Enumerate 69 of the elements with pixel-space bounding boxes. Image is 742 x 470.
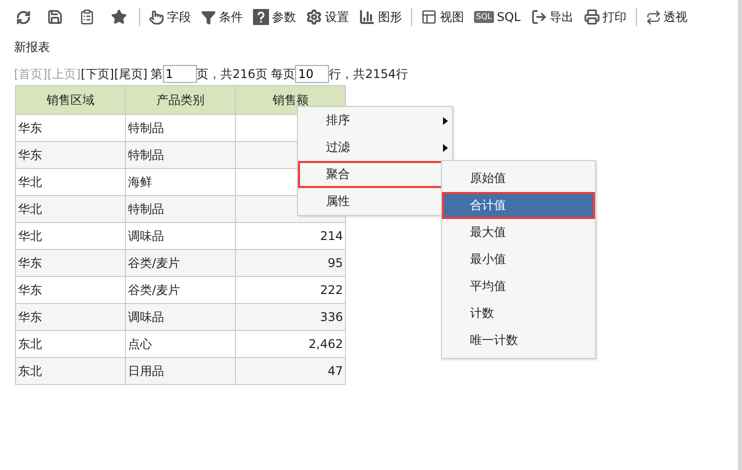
menu-item[interactable]: 唯一计数: [442, 327, 595, 354]
table-cell: 东北: [16, 358, 126, 384]
toolbar-button[interactable]: 图形: [356, 6, 405, 28]
table-cell: 调味品: [126, 222, 236, 250]
column-header: 销售区域: [16, 86, 126, 114]
table-cell: 华东: [16, 114, 126, 142]
toolbar-button[interactable]: 设置: [303, 6, 352, 28]
page-size-input[interactable]: 10: [295, 65, 330, 83]
table-cell: 214: [236, 222, 346, 250]
table-cell: 日用品: [126, 358, 236, 384]
clipboard-icon: [79, 9, 95, 25]
table-cell: 华东: [16, 250, 126, 276]
pager-text: 第: [150, 66, 162, 82]
menu-item[interactable]: 最小值: [442, 246, 595, 273]
toolbar-button[interactable]: 导出: [528, 6, 577, 28]
table-cell: 95: [236, 250, 346, 276]
pager-text: 行，共2154行: [329, 66, 408, 82]
report-title: 新报表: [13, 39, 51, 56]
menu-item[interactable]: 最大值: [442, 219, 595, 246]
help-icon: [253, 9, 269, 25]
table-cell: 谷类/麦片: [126, 250, 236, 276]
table-cell: 谷类/麦片: [126, 276, 236, 304]
toolbar-button[interactable]: 视图: [418, 6, 467, 28]
swap-icon: [646, 10, 661, 24]
layout-icon: [421, 9, 437, 25]
pager-link[interactable]: [尾页]: [114, 66, 148, 82]
toolbar-button[interactable]: 字段: [146, 6, 194, 28]
table-cell: 华北: [16, 222, 126, 250]
table-cell: 华北: [16, 168, 126, 196]
toolbar-button[interactable]: 打印: [580, 6, 630, 28]
refresh-icon: [16, 10, 31, 24]
toolbar-button[interactable]: SQL SQL: [471, 8, 524, 26]
sql-icon: SQL: [474, 11, 494, 23]
table-cell: 特制品: [126, 196, 236, 222]
cursor-icon: [149, 10, 164, 24]
settings-icon: [306, 9, 322, 25]
page-input[interactable]: 1: [162, 65, 196, 83]
toolbar-button[interactable]: 参数: [250, 6, 299, 28]
table-cell: 调味品: [126, 304, 236, 330]
menu-item[interactable]: 平均值: [442, 273, 595, 300]
menu-item[interactable]: 合计值: [442, 192, 595, 219]
table-cell: 特制品: [126, 142, 236, 168]
table-cell: 华北: [16, 196, 126, 222]
table-cell: 222: [236, 276, 346, 304]
toolbar-button[interactable]: 透视: [642, 6, 691, 28]
pager-link[interactable]: [下页]: [80, 66, 114, 82]
pager-text: 页，共216页 每页: [196, 66, 296, 82]
toolbar-button[interactable]: 条件: [198, 6, 246, 28]
submenu-arrow-icon: [443, 117, 448, 125]
column-header: 产品类别: [126, 86, 236, 114]
printer-icon: [584, 9, 600, 25]
menu-item[interactable]: 计数: [442, 300, 595, 327]
table-cell: 点心: [126, 330, 236, 358]
submenu-arrow-icon: [443, 144, 448, 152]
exit-icon: [530, 9, 547, 25]
table-cell: 华东: [16, 304, 126, 330]
table-cell: 2,462: [236, 330, 346, 358]
table-cell: 特制品: [126, 114, 236, 142]
table-cell: 华东: [16, 142, 126, 168]
table-cell: 东北: [16, 330, 126, 358]
menu-item[interactable]: 过滤: [298, 134, 452, 161]
star-icon: [111, 9, 127, 25]
table-cell: 华东: [16, 276, 126, 304]
table-cell: 海鲜: [126, 168, 236, 196]
filter-icon: [201, 10, 216, 24]
bar-chart-icon: [359, 9, 375, 25]
save-icon: [47, 9, 63, 25]
table-cell: 47: [236, 358, 346, 384]
table-cell: 336: [236, 304, 346, 330]
